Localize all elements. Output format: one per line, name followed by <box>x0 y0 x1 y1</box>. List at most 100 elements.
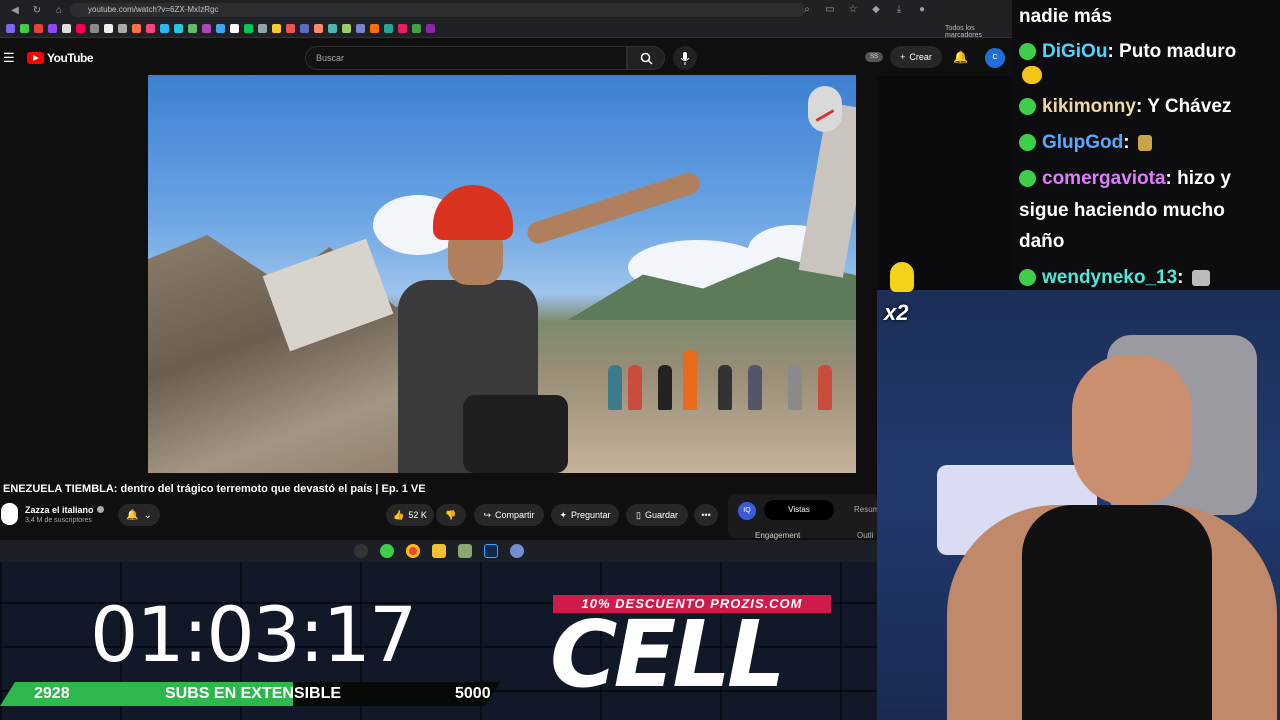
youtube-logo[interactable]: YouTube <box>27 51 94 65</box>
chat-message: wendyneko_13: <box>1019 262 1210 290</box>
tab-vistas[interactable]: Vistas <box>764 500 834 520</box>
x-bookmark-icon[interactable] <box>62 24 71 33</box>
video-player[interactable] <box>148 75 856 473</box>
multiplier-text: x2 <box>884 300 909 325</box>
bookmark-icon[interactable] <box>174 24 183 33</box>
hard-hat <box>433 185 513 240</box>
twitch-bookmark-icon[interactable] <box>48 24 57 33</box>
share-button[interactable]: ↪ Compartir <box>474 504 544 526</box>
bookmark-icon[interactable] <box>188 24 197 33</box>
gmail-bookmark-icon[interactable] <box>34 24 43 33</box>
chat-username[interactable]: comergaviota <box>1042 168 1166 189</box>
chat-text: : Puto maduro <box>1107 41 1237 62</box>
chat-username[interactable]: kikimonny <box>1042 96 1136 117</box>
bookmark-icon[interactable] <box>132 24 141 33</box>
channel-name[interactable]: Zazza el italiano <box>25 505 104 515</box>
home-icon[interactable]: ⌂ <box>52 3 66 17</box>
bookmark-icon[interactable] <box>6 24 15 33</box>
save-label: Guardar <box>644 510 678 520</box>
bookmark-icon[interactable] <box>384 24 393 33</box>
bookmark-icon[interactable] <box>356 24 365 33</box>
app-icon[interactable] <box>457 544 472 558</box>
user-avatar[interactable]: C <box>985 48 1005 68</box>
dislike-button[interactable]: 👎 <box>436 504 466 526</box>
chat-app-icon[interactable] <box>379 544 394 558</box>
thumbs-down-icon: 👎 <box>445 509 457 520</box>
file-explorer-icon[interactable] <box>431 544 446 558</box>
create-button[interactable]: + Crear <box>890 46 942 68</box>
url-field[interactable]: youtube.com/watch?v=6ZX-MxIzRgc <box>70 3 805 17</box>
bookmark-icon[interactable] <box>244 24 253 33</box>
bookmark-icon[interactable] <box>398 24 407 33</box>
bookmark-icon[interactable] <box>202 24 211 33</box>
reload-icon[interactable]: ↻ <box>30 3 44 17</box>
subs-goal-bar: 2928 SUBS EN EXTENSIBLE 5000 <box>0 682 500 706</box>
hamburger-menu-icon[interactable]: ☰ <box>3 50 15 66</box>
bookmark-icon[interactable] <box>328 24 337 33</box>
chat-message: kikimonny: Y Chávez <box>1019 91 1231 122</box>
like-button[interactable]: 👍 52 K <box>386 504 434 526</box>
bookmark-icon[interactable] <box>160 24 169 33</box>
more-actions-button[interactable]: ••• <box>694 504 718 526</box>
bookmark-icon[interactable] <box>286 24 295 33</box>
subscriber-count: 3,4 M de suscriptores <box>25 517 92 524</box>
chat-badge-icon <box>1019 269 1036 287</box>
save-button[interactable]: ▯ Guardar <box>626 504 688 526</box>
bookmark-icon[interactable] <box>426 24 435 33</box>
bookmark-icon[interactable] <box>146 24 155 33</box>
bookmark-icon[interactable] <box>20 24 29 33</box>
chat-username[interactable]: wendyneko_13 <box>1042 267 1177 288</box>
all-bookmarks-link[interactable]: Todos los marcadores <box>945 25 1012 39</box>
ask-label: Preguntar <box>571 510 611 520</box>
analytics-extension-panel: IQ Vistas Resum Engagement Outli <box>728 494 879 540</box>
zoom-icon[interactable]: ⌕ <box>800 2 814 16</box>
profile-icon[interactable]: ● <box>915 2 929 16</box>
address-bar-row: ◀ ↻ ⌂ youtube.com/watch?v=6ZX-MxIzRgc ⌕ … <box>0 0 1012 20</box>
channel-name-text: Zazza el italiano <box>25 505 94 515</box>
bookmark-icon[interactable] <box>90 24 99 33</box>
bookmark-icon[interactable] <box>272 24 281 33</box>
app-icon[interactable] <box>509 544 524 558</box>
bookmark-icon[interactable] <box>118 24 127 33</box>
subscription-bell-button[interactable]: 🔔 ⌄ <box>118 504 160 526</box>
chat-badge-icon <box>1019 170 1036 188</box>
chat-text: : <box>1177 267 1184 288</box>
photoshop-icon[interactable] <box>483 544 498 558</box>
voice-search-button[interactable] <box>673 46 697 70</box>
tab-resumen[interactable]: Resum <box>854 505 879 514</box>
chat-username[interactable]: GlupGod <box>1042 132 1123 153</box>
thumbs-up-icon: 👍 <box>393 509 405 520</box>
video-title: ENEZUELA TIEMBLA: dentro del trágico ter… <box>3 483 426 495</box>
engagement-label: Engagement <box>755 531 801 540</box>
back-icon[interactable]: ◀ <box>8 3 22 17</box>
share-label: Compartir <box>495 510 535 520</box>
chat-text: nadie más <box>1019 6 1112 27</box>
bookmark-icon[interactable] <box>342 24 351 33</box>
bookmark-icon[interactable] <box>314 24 323 33</box>
search-button[interactable] <box>627 46 665 70</box>
download-icon[interactable]: ⤓ <box>892 2 906 16</box>
chat-username[interactable]: DiGiOu <box>1042 41 1107 62</box>
tiktok-bookmark-icon[interactable] <box>76 24 85 33</box>
star-icon[interactable]: ☆ <box>846 2 860 16</box>
emote-icon <box>1137 134 1152 151</box>
bookmark-icon[interactable] <box>412 24 421 33</box>
search-input[interactable]: Buscar <box>305 46 627 70</box>
bookmark-icon[interactable] <box>370 24 379 33</box>
channel-avatar[interactable] <box>1 503 18 525</box>
bookmark-icon[interactable] <box>216 24 225 33</box>
chrome-icon[interactable] <box>405 544 420 558</box>
bookmark-icon[interactable] <box>258 24 267 33</box>
obs-icon[interactable] <box>353 544 368 558</box>
ask-button[interactable]: ✦ Preguntar <box>551 504 619 526</box>
extension-badge[interactable]: SS <box>865 52 883 62</box>
bookmark-icon[interactable] <box>104 24 113 33</box>
bookmark-icon[interactable] <box>300 24 309 33</box>
chat-message: DiGiOu: Puto maduro <box>1019 36 1236 67</box>
notifications-bell-icon[interactable]: 🔔 <box>953 50 968 64</box>
cast-icon[interactable]: ▭ <box>823 2 837 16</box>
subs-current: 2928 <box>34 685 70 702</box>
extension-logo[interactable]: IQ <box>738 502 756 520</box>
bookmark-icon[interactable] <box>230 24 239 33</box>
extension-icon[interactable]: ◆ <box>869 2 883 16</box>
